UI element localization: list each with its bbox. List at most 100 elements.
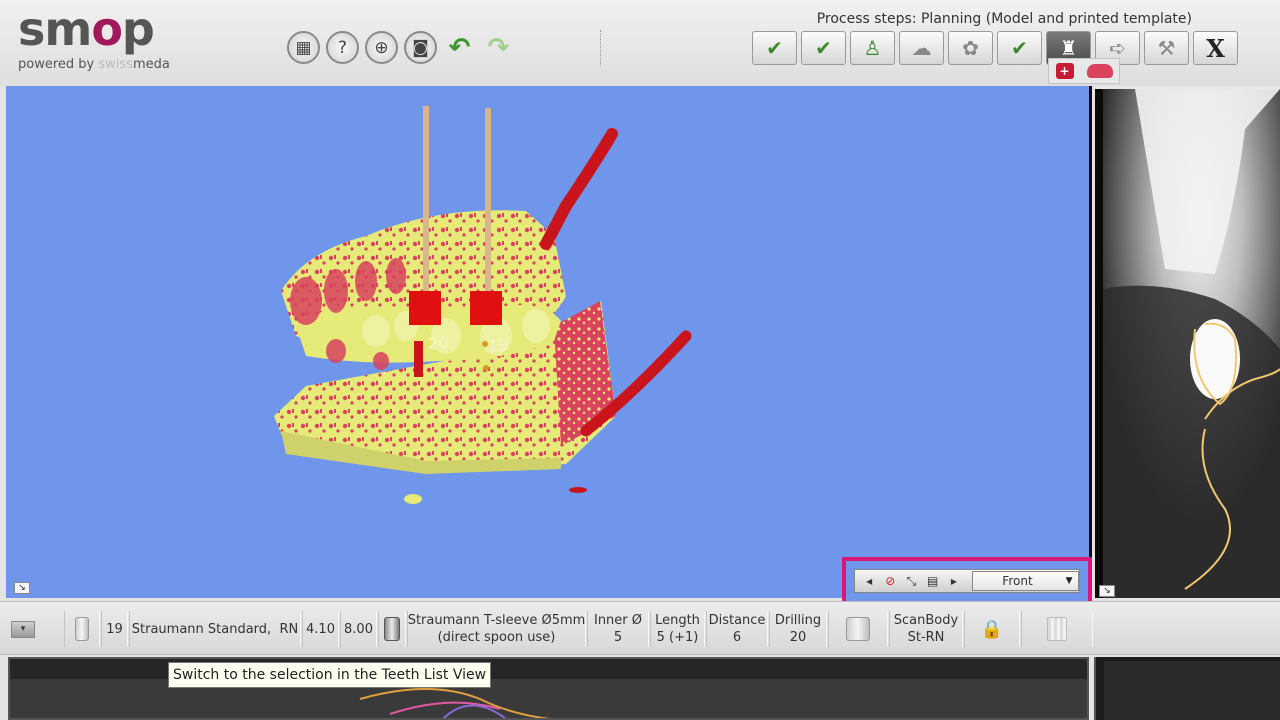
scanbody-value: St-RN (907, 630, 945, 645)
implant-diameter: 4.10 (306, 621, 335, 637)
redo-button[interactable]: ↷ (482, 31, 515, 64)
check-icon: ✔ (766, 36, 783, 60)
panel-layout-icon[interactable]: ▤ (924, 572, 942, 590)
save-button[interactable]: ▦ (287, 31, 320, 64)
sleeve-usage: (direct spoon use) (437, 630, 556, 645)
step-import-button[interactable]: ✔ (752, 31, 797, 65)
sleeve-length-cell[interactable]: Length 5 (+1) (650, 611, 705, 647)
implant-length-cell[interactable]: 8.00 (340, 611, 377, 647)
implant-icon: ♜ (1059, 36, 1078, 60)
step-close-button[interactable]: X (1193, 31, 1238, 65)
ct-cross-section-view[interactable]: ↘ (1095, 86, 1280, 598)
delete-implant-button[interactable] (1021, 611, 1093, 647)
implant-cylinder-icon (75, 617, 89, 641)
chevron-down-icon: ▼ (1065, 576, 1073, 586)
step-tooth-button[interactable]: ♙ (850, 31, 895, 65)
scanbody-icon (846, 617, 870, 641)
implant-name: Straumann Standard, (131, 621, 272, 637)
view-orientation-select[interactable]: Front ▼ (971, 571, 1080, 591)
chevron-down-icon: ▾ (20, 624, 26, 634)
screenshot-button[interactable]: ◙ (404, 31, 437, 64)
implant-label-19: 19 (488, 336, 508, 355)
view-control-bar: ◂ ⊘ ⤡ ▤ ▸ Front ▼ (854, 569, 1080, 593)
trash-icon (1047, 617, 1067, 641)
process-steps: ✔ ✔ ♙ ☁ ✿ ✔ ♜ ➪ ⚒ X (752, 31, 1238, 65)
inner-diameter-label: Inner Ø (593, 613, 643, 628)
scanbody-icon-cell (828, 611, 888, 647)
tooth-check-icon: ♙ (863, 36, 882, 60)
tooth-number-cell[interactable]: 19 (101, 611, 128, 647)
add-implant-substep[interactable]: + (1055, 63, 1074, 79)
undo-button[interactable]: ↶ (443, 31, 476, 64)
export-icon: ➪ (1109, 36, 1126, 60)
3d-view[interactable]: 20 19 ↘ (6, 86, 1092, 598)
view-orientation-value: Front (1002, 574, 1033, 588)
distance-value: 6 (732, 630, 742, 645)
save-icon: ▦ (295, 37, 312, 58)
gingiva-substep[interactable] (1086, 64, 1113, 78)
implant-menu-button[interactable]: ▾ (11, 621, 35, 638)
process-steps-label: Process steps: Planning (Model and print… (816, 11, 1192, 27)
main-toolbar: ▦ ? ⊕ ◙ ↶ ↷ (287, 31, 515, 64)
distance-cell[interactable]: Distance 6 (706, 611, 768, 647)
scroll-left-icon[interactable]: ◂ (860, 572, 878, 590)
ct-corner-button[interactable]: ↘ (1099, 585, 1115, 597)
ct-image (1095, 89, 1280, 598)
smop-logo: smop (18, 2, 155, 56)
view-control-panel: ◂ ⊘ ⤡ ▤ ▸ Front ▼ (842, 557, 1092, 605)
sleeve-length-value: 5 (+1) (656, 630, 699, 645)
implant-type: RN (279, 621, 299, 637)
scroll-right-icon[interactable]: ▸ (945, 572, 963, 590)
axial-image (1096, 657, 1280, 720)
check-badge-icon: ✔ (815, 36, 832, 60)
model-icon: ☁ (911, 36, 932, 60)
jaw-model-render: 20 19 (274, 106, 692, 504)
expand-icon[interactable]: ⤡ (902, 572, 920, 590)
toolbar-separator (600, 30, 601, 66)
view-corner-button[interactable]: ↘ (14, 582, 30, 594)
sleeve-cell[interactable]: Straumann T-sleeve Ø5mm (direct spoon us… (407, 611, 586, 647)
drilling-label: Drilling (774, 613, 822, 628)
planning-substeps: + (1048, 58, 1120, 84)
camera-icon: ◙ (412, 37, 429, 58)
nerve-check-icon: ✔ (1011, 36, 1028, 60)
sleeve-icon (384, 617, 400, 641)
drilling-cell[interactable]: Drilling 20 (769, 611, 827, 647)
step-model-button[interactable]: ☁ (899, 31, 944, 65)
step-tools-button[interactable]: ⚒ (1144, 31, 1189, 65)
redo-icon: ↷ (487, 32, 510, 63)
app-header: smop powered by swissmeda ▦ ? ⊕ ◙ ↶ ↷ Pr… (0, 0, 1280, 86)
help-button[interactable]: ? (326, 31, 359, 64)
step-registration-button[interactable]: ✔ (801, 31, 846, 65)
close-icon: X (1206, 33, 1225, 63)
lock-icon: 🔒 (980, 618, 1004, 640)
step-matching-button[interactable]: ✿ (948, 31, 993, 65)
matching-icon: ✿ (962, 36, 979, 60)
implant-icon-cell (64, 611, 100, 647)
inner-diameter-value: 5 (613, 630, 623, 645)
powered-by-text: powered by swissmeda (18, 57, 170, 72)
sleeve-icon-cell (378, 611, 406, 647)
tools-icon: ⚒ (1157, 36, 1176, 60)
scanbody-label: ScanBody (893, 613, 959, 628)
implant-diameter-cell[interactable]: 4.10 (302, 611, 339, 647)
add-icon: ⊕ (374, 37, 389, 58)
tooth-number: 19 (106, 621, 123, 637)
axial-view[interactable] (1094, 657, 1280, 720)
sleeve-length-label: Length (655, 613, 700, 628)
drilling-value: 20 (789, 630, 807, 645)
help-icon: ? (337, 37, 348, 58)
sleeve-name: Straumann T-sleeve Ø5mm (407, 613, 586, 628)
add-button[interactable]: ⊕ (365, 31, 398, 64)
implant-label-20: 20 (428, 334, 448, 353)
step-nerve-button[interactable]: ✔ (997, 31, 1042, 65)
lock-button[interactable]: 🔒 (964, 611, 1020, 647)
inner-diameter-cell[interactable]: Inner Ø 5 (587, 611, 649, 647)
scanbody-cell[interactable]: ScanBody St-RN (889, 611, 963, 647)
implant-system-cell[interactable]: Straumann Standard, RN (129, 611, 301, 647)
distance-label: Distance (708, 613, 766, 628)
implant-info-bar: ▾ 19 Straumann Standard, RN 4.10 8.00 St… (0, 601, 1280, 655)
teeth-list-tooltip: Switch to the selection in the Teeth Lis… (168, 662, 492, 688)
implant-length: 8.00 (344, 621, 373, 637)
teeth-list-selection-icon[interactable]: ⊘ (881, 572, 899, 590)
